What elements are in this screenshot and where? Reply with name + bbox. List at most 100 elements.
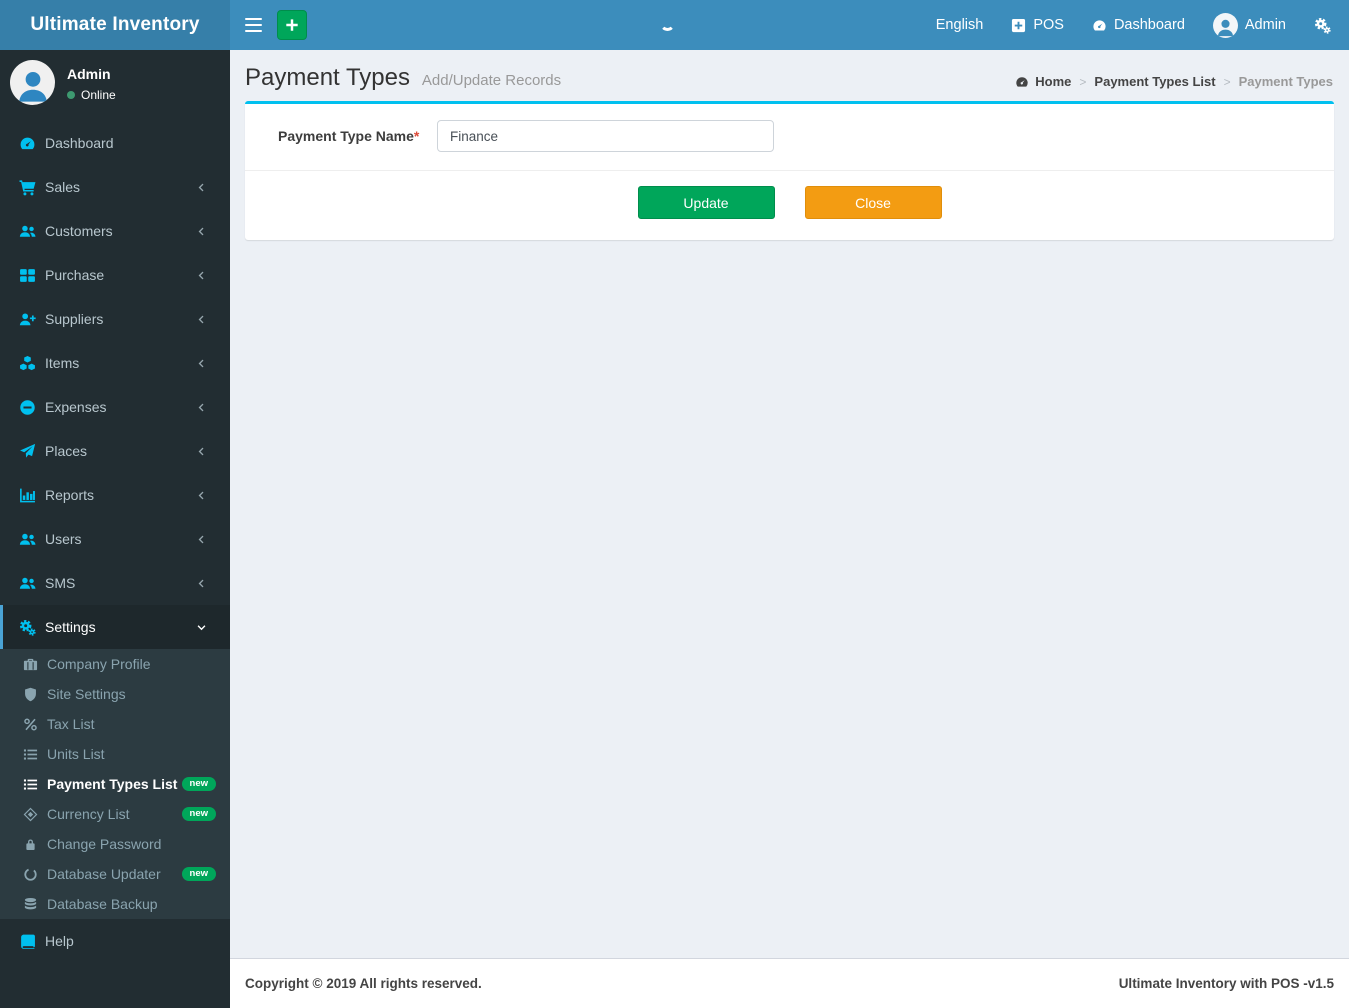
brand-logo[interactable]: Ultimate Inventory — [0, 0, 230, 50]
lock-icon — [23, 837, 38, 852]
paper-plane-icon — [19, 443, 36, 460]
sidebar-toggle-button[interactable] — [230, 0, 276, 50]
chevron-left-icon — [196, 490, 207, 501]
form-actions: Update Close — [245, 171, 1334, 240]
briefcase-icon — [23, 657, 38, 672]
sidebar-item-database-updater[interactable]: Database Updater new — [0, 859, 230, 889]
breadcrumb: Home > Payment Types List > Payment Type… — [1015, 74, 1333, 89]
sidebar-item-currency-list[interactable]: Currency List new — [0, 799, 230, 829]
user-plus-icon — [19, 311, 36, 328]
sidebar-menu: Dashboard Sales Customers Purchase Suppl… — [0, 121, 230, 963]
sidebar-item-change-password[interactable]: Change Password — [0, 829, 230, 859]
breadcrumb-current: Payment Types — [1238, 74, 1333, 89]
sidebar-item-suppliers[interactable]: Suppliers — [0, 297, 230, 341]
chevron-left-icon — [196, 578, 207, 589]
sidebar-user-panel: Admin Online — [0, 50, 230, 115]
person-icon — [14, 67, 52, 105]
user-status-link[interactable]: Online — [67, 88, 116, 102]
user-avatar — [1212, 12, 1238, 38]
users-icon — [19, 531, 36, 548]
close-button[interactable]: Close — [804, 186, 942, 219]
page-title: Payment Types — [245, 64, 410, 91]
payment-type-form-panel: Payment Type Name* Update Close — [245, 101, 1334, 240]
breadcrumb-parent-link[interactable]: Payment Types List — [1094, 74, 1215, 89]
sidebar-item-database-backup[interactable]: Database Backup — [0, 889, 230, 919]
breadcrumb-home-link[interactable]: Home — [1015, 74, 1071, 89]
sidebar-item-settings[interactable]: Settings — [0, 605, 230, 649]
content-area: Payment Types Add/Update Records Home > … — [230, 50, 1349, 958]
sidebar-item-places[interactable]: Places — [0, 429, 230, 473]
sidebar-item-payment-types-list[interactable]: Payment Types List new — [0, 769, 230, 799]
chevron-left-icon — [196, 226, 207, 237]
sidebar-item-company-profile[interactable]: Company Profile — [0, 649, 230, 679]
sidebar-item-sales[interactable]: Sales — [0, 165, 230, 209]
settings-submenu: Company Profile Site Settings Tax List U… — [0, 649, 230, 919]
gears-icon — [1314, 17, 1331, 34]
percent-icon — [23, 717, 38, 732]
person-icon — [1215, 17, 1236, 38]
plus-square-icon — [1011, 18, 1026, 33]
chevron-left-icon — [196, 314, 207, 325]
sidebar-item-purchase[interactable]: Purchase — [0, 253, 230, 297]
footer: Copyright © 2019 All rights reserved. Ul… — [230, 958, 1349, 1008]
sidebar-item-tax-list[interactable]: Tax List — [0, 709, 230, 739]
sidebar-user-name: Admin — [67, 66, 111, 82]
chevron-left-icon — [196, 402, 207, 413]
user-avatar — [10, 60, 55, 105]
chevron-down-icon — [196, 622, 207, 633]
gauge-icon — [1092, 18, 1107, 33]
list-icon — [23, 747, 38, 762]
sidebar-item-site-settings[interactable]: Site Settings — [0, 679, 230, 709]
sidebar-item-users[interactable]: Users — [0, 517, 230, 561]
chevron-left-icon — [196, 446, 207, 457]
sidebar-item-units-list[interactable]: Units List — [0, 739, 230, 769]
sidebar-item-sms[interactable]: SMS — [0, 561, 230, 605]
payment-type-name-label: Payment Type Name* — [278, 128, 420, 144]
quick-add-button[interactable] — [277, 10, 307, 40]
bar-chart-icon — [19, 487, 36, 504]
chevron-left-icon — [196, 182, 207, 193]
hamburger-icon — [244, 17, 262, 21]
gauge-icon — [19, 135, 36, 152]
content-header: Payment Types Add/Update Records Home > … — [230, 50, 1349, 97]
sidebar-item-dashboard[interactable]: Dashboard — [0, 121, 230, 165]
circle-notch-icon — [23, 867, 38, 882]
new-badge: new — [181, 866, 216, 882]
sidebar-item-customers[interactable]: Customers — [0, 209, 230, 253]
dashboard-link[interactable]: Dashboard — [1078, 0, 1199, 50]
shield-icon — [23, 687, 38, 702]
gauge-icon — [1015, 75, 1029, 89]
new-badge: new — [181, 776, 216, 792]
top-navbar: Ultimate Inventory English POS Dashboard — [0, 0, 1349, 50]
sidebar-item-help[interactable]: Help — [0, 919, 230, 963]
user-menu[interactable]: Admin — [1199, 0, 1300, 50]
pos-link[interactable]: POS — [997, 0, 1078, 50]
grid-icon — [19, 267, 36, 284]
sidebar-item-reports[interactable]: Reports — [0, 473, 230, 517]
language-menu[interactable]: English — [922, 0, 998, 50]
sidebar-item-expenses[interactable]: Expenses — [0, 385, 230, 429]
breadcrumb-separator: > — [1223, 74, 1231, 89]
footer-version: Ultimate Inventory with POS -v1.5 — [1118, 976, 1334, 991]
update-button[interactable]: Update — [637, 186, 775, 219]
cubes-icon — [19, 355, 36, 372]
users-icon — [19, 575, 36, 592]
new-badge: new — [181, 806, 216, 822]
database-icon — [23, 897, 38, 912]
book-icon — [19, 933, 36, 950]
navbar-right-menu: English POS Dashboard Admin — [922, 0, 1345, 50]
sidebar: Admin Online Dashboard Sales Customers P… — [0, 50, 230, 1008]
payment-type-name-input[interactable] — [437, 120, 774, 152]
control-sidebar-toggle[interactable] — [1300, 0, 1345, 50]
plus-icon — [285, 18, 299, 32]
chevron-left-icon — [196, 358, 207, 369]
sidebar-item-items[interactable]: Items — [0, 341, 230, 385]
chevron-left-icon — [196, 270, 207, 281]
cart-icon — [19, 179, 36, 196]
users-icon — [19, 223, 36, 240]
list-icon — [23, 777, 38, 792]
footer-copyright: Copyright © 2019 All rights reserved. — [245, 976, 482, 991]
online-dot-icon — [67, 91, 75, 99]
required-asterisk: * — [413, 128, 420, 144]
gears-icon — [19, 619, 36, 636]
